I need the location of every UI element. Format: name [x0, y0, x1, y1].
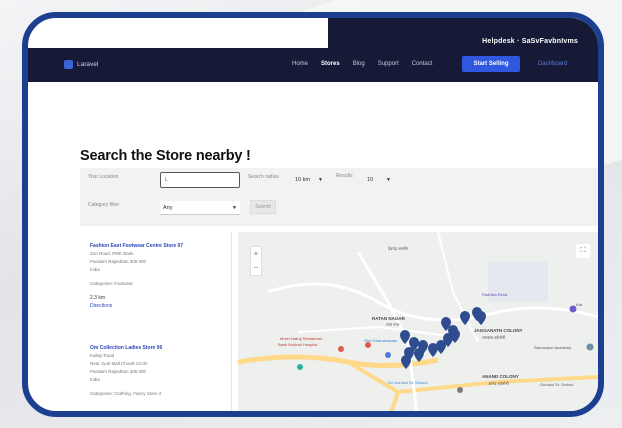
zoom-in-button[interactable]: +	[251, 247, 261, 261]
results-list: Fashion East Footwear Centre Store 07 Zo…	[80, 232, 261, 411]
chevron-down-icon: ▼	[232, 205, 237, 211]
category-value: Any	[163, 205, 173, 211]
map-label: देवगढ़ अजमेर	[388, 246, 409, 251]
store-name[interactable]: Fashion East Footwear Centre Store 07	[90, 242, 230, 250]
store-address-line: Kailay Road	[90, 353, 115, 358]
results-select[interactable]: 10 ▼	[364, 173, 394, 187]
radius-value: 10 km	[295, 177, 310, 183]
nav-links: Home Stores Blog Support Contact	[292, 61, 432, 67]
filter-panel: Your Location L Search radius 10 km ▼ Re…	[80, 168, 598, 226]
category-label: Category filter	[88, 202, 120, 208]
map-label: जगन्नाथ कॉलोनी	[482, 335, 506, 340]
map-label: RATAN NAGAR	[372, 316, 405, 321]
store-address-line: Pandarri Rajasthan 305 000	[90, 369, 147, 374]
top-strip-text: Helpdesk · SaSvFavbnIvms	[482, 38, 578, 45]
nav-link-home[interactable]: Home	[292, 61, 308, 67]
screen: Helpdesk · SaSvFavbnIvms Laravel Home St…	[28, 18, 598, 411]
nav-link-blog[interactable]: Blog	[353, 61, 365, 67]
results-value: 10	[367, 177, 374, 183]
category-select[interactable]: Any ▼	[160, 201, 240, 215]
list-item[interactable]: Fashion East Footwear Centre Store 07 Zo…	[90, 242, 230, 310]
search-radius-label: Search radius	[248, 174, 279, 180]
map-label: Motel Natraj Restaurant	[280, 336, 323, 341]
store-category: Categories: Clothing, Fancy Store 2	[90, 391, 162, 396]
your-location-label: Your Location	[88, 174, 119, 180]
location-input[interactable]: L	[160, 172, 240, 188]
map-label: Gurukul Sr. School	[540, 382, 574, 387]
device-frame: Helpdesk · SaSvFavbnIvms Laravel Home St…	[22, 12, 604, 417]
zoom-controls: + −	[250, 246, 262, 276]
map-label: आनंद कॉलोनी	[488, 381, 509, 386]
brand-icon	[64, 60, 73, 69]
map-label: Bank Nukkad Hospital	[278, 342, 318, 347]
map-label: रतन नगर	[386, 322, 400, 327]
store-map[interactable]: + − ⛶ देवगढ़ अजमेर RATAN NAGAR रतन नगर J…	[238, 232, 598, 411]
dashboard-link[interactable]: Dashboard	[538, 61, 567, 67]
map-label: Radhika Reha	[482, 292, 508, 297]
store-name[interactable]: Om Collection Ladies Store 06	[90, 344, 230, 352]
map-label: JAGGANATH COLONY	[474, 328, 523, 333]
results-label: Results	[336, 173, 353, 179]
zoom-out-button[interactable]: −	[251, 261, 261, 275]
page-title: Search the Store nearby !	[80, 148, 251, 164]
brand-logo[interactable]: Laravel	[64, 60, 98, 69]
store-category: Categories: Footwear	[90, 281, 134, 286]
radius-select[interactable]: 10 km ▼	[292, 173, 326, 187]
chevron-down-icon: ▼	[386, 177, 391, 183]
navbar: Laravel Home Stores Blog Support Contact…	[28, 48, 598, 82]
store-address-line: Zoo Road, PMK Bank	[90, 251, 134, 256]
map-label: Ramanpuri Academy	[534, 345, 572, 350]
map-label: Kat	[576, 302, 583, 307]
store-distance: 2.3 km	[90, 295, 106, 301]
top-strip: Helpdesk · SaSvFavbnIvms	[328, 18, 598, 48]
store-address-line: India	[90, 377, 100, 382]
fullscreen-icon[interactable]: ⛶	[576, 244, 590, 258]
submit-button[interactable]: Submit	[250, 200, 276, 214]
map-label: ANAND COLONY	[482, 374, 519, 379]
directions-link[interactable]: Directions	[90, 302, 230, 310]
map-label: Shiv Dharamshala	[364, 338, 397, 343]
start-selling-button[interactable]: Start Selling	[462, 56, 520, 72]
store-address-line: India	[90, 267, 100, 272]
brand-name: Laravel	[77, 61, 99, 68]
store-address-line: Near Jyoti Mall Chowk Circle	[90, 361, 148, 366]
nav-link-stores[interactable]: Stores	[321, 61, 340, 67]
nav-link-support[interactable]: Support	[378, 61, 399, 67]
nav-link-contact[interactable]: Contact	[412, 61, 433, 67]
map-label: Sri Gurukul Sr. School	[388, 380, 428, 385]
store-address-line: Pandarri Rajasthan 305 000	[90, 259, 147, 264]
chevron-down-icon: ▼	[318, 177, 323, 183]
list-item[interactable]: Om Collection Ladies Store 06 Kailay Roa…	[90, 344, 230, 398]
